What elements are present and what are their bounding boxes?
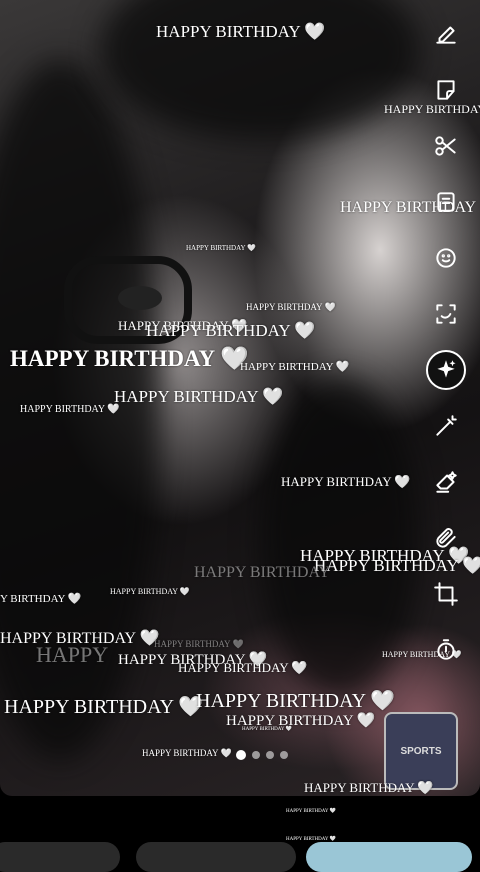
page-dot [252, 751, 260, 759]
text-sticker[interactable]: HAPPY BIRTHDAY 🤍 [286, 808, 336, 814]
text-sticker[interactable]: HAPPY BIRTHDAY 🤍 [281, 474, 411, 490]
text-sticker[interactable]: HAPPY BIRTHDAY 🤍 [156, 22, 325, 42]
ai-sparkle-icon[interactable] [426, 350, 466, 390]
text-sticker[interactable]: HAPPY BIRTHDAY 🤍 [242, 726, 292, 732]
photo-region [100, 0, 420, 140]
attachment-icon[interactable] [426, 518, 466, 558]
magic-wand-icon[interactable] [426, 406, 466, 446]
text-sticker[interactable]: HAPPY BIRTHDAY 🤍 [240, 360, 350, 373]
text-sticker[interactable]: HAPPY BIRTHDAY 🤍 [146, 321, 315, 341]
eraser-icon[interactable] [426, 462, 466, 502]
text-sticker[interactable]: HAPPY BIRTHDAY [194, 564, 330, 582]
text-sticker[interactable]: HAPPY BIRTHDAY 🤍 [142, 748, 232, 759]
timer-icon[interactable] [426, 630, 466, 670]
text-sticker[interactable]: HAPPY BIRTHDAY 🤍 [186, 244, 256, 252]
text-sticker[interactable]: HAPPY BIRTHDAY 🤍 [114, 387, 283, 407]
shirt-badge: SPORTS [384, 712, 458, 790]
sticker-icon[interactable] [426, 70, 466, 110]
bottom-button-left[interactable] [0, 842, 120, 872]
page-dot [280, 751, 288, 759]
text-sticker[interactable]: HAPPY BIRTHDAY 🤍 [154, 639, 244, 650]
text-sticker[interactable]: HAPPY BIRTHDAY 🤍 [20, 404, 120, 415]
page-dot [266, 751, 274, 759]
emoji-effect-icon[interactable] [426, 238, 466, 278]
draw-icon[interactable] [426, 14, 466, 54]
text-sticker[interactable]: HAPPY [36, 642, 108, 668]
scissors-icon[interactable] [426, 126, 466, 166]
text-sticker[interactable]: HAPPY BIRTHDAY 🤍 [10, 345, 249, 372]
send-button[interactable] [306, 842, 472, 872]
music-icon[interactable] [426, 182, 466, 222]
text-sticker[interactable]: HAPPY BIRTHDAY 🤍 [4, 694, 203, 719]
text-sticker[interactable]: HAPPY BIRTHDAY 🤍 [246, 302, 336, 313]
scan-icon[interactable] [426, 294, 466, 334]
text-sticker[interactable]: HAPPY BIRTHDAY 🤍 [178, 660, 308, 676]
text-sticker[interactable]: HAPPY BIRTHDAY 🤍 [110, 587, 190, 596]
bottom-action-bar [0, 836, 480, 872]
text-sticker[interactable]: HAPPY BIRTHDAY 🤍 [196, 688, 395, 713]
crop-icon[interactable] [426, 574, 466, 614]
text-sticker[interactable]: Y BIRTHDAY 🤍 [0, 592, 82, 605]
page-dot [236, 750, 246, 760]
page-indicator [236, 750, 288, 760]
text-sticker[interactable]: HAPPY BIRTHDAY 🤍 [304, 780, 434, 796]
text-sticker[interactable]: HAPPY BIRTHDAY 🤍 [314, 556, 480, 576]
bottom-button-middle[interactable] [136, 842, 296, 872]
